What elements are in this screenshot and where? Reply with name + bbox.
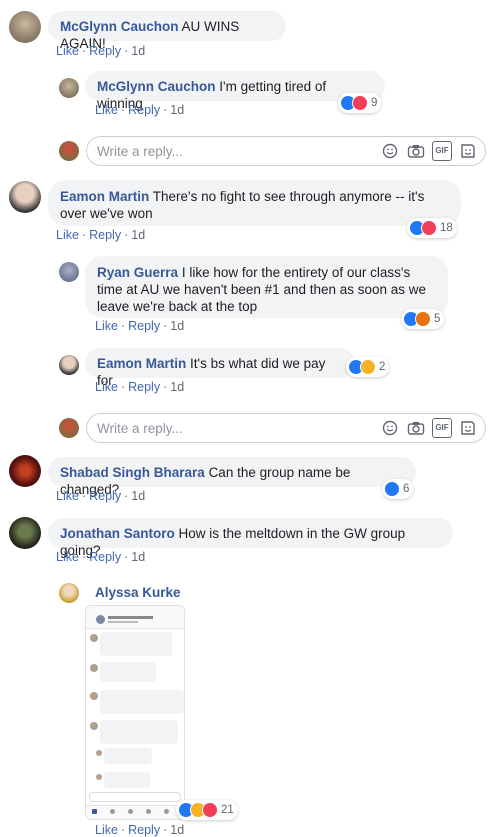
comment-actions: Like · Reply · 1d [56, 550, 146, 564]
love-reaction-icon [352, 95, 368, 111]
comment-author[interactable]: Jonathan Santoro [60, 526, 175, 541]
reaction-summary[interactable]: 2 [346, 357, 390, 377]
comment-actions: Like · Reply · 1d [95, 103, 185, 117]
comment-bubble: Eamon Martin It's bs what did we pay for [85, 348, 355, 388]
timestamp[interactable]: 1d [131, 550, 145, 564]
reaction-summary[interactable]: 6 [382, 479, 414, 499]
comment-actions: Like · Reply · 1d [56, 489, 146, 503]
avatar[interactable] [9, 181, 41, 213]
comment-actions: Like · Reply · 1d [95, 823, 185, 837]
comment-bubble: Ryan Guerra I like how for the entirety … [85, 256, 448, 318]
avatar[interactable] [59, 262, 79, 282]
screenshot-image[interactable] [85, 605, 185, 820]
comment-author[interactable]: Eamon Martin [60, 189, 149, 204]
like-link[interactable]: Like [56, 44, 79, 58]
timestamp[interactable]: 1d [170, 380, 184, 394]
comment-actions: Like · Reply · 1d [56, 44, 146, 58]
avatar[interactable] [59, 355, 79, 375]
reply-placeholder: Write a reply... [97, 143, 183, 159]
comment-bubble: Jonathan Santoro How is the meltdown in … [48, 518, 453, 558]
sticker-icon[interactable] [459, 142, 477, 160]
haha-reaction-icon [360, 359, 376, 375]
like-link[interactable]: Like [56, 550, 79, 564]
gif-icon[interactable]: GIF [432, 418, 452, 438]
timestamp[interactable]: 1d [170, 319, 184, 333]
love-reaction-icon [202, 802, 218, 818]
avatar [59, 141, 79, 161]
love-reaction-icon [421, 220, 437, 236]
comment-bubble: Eamon Martin There's no fight to see thr… [48, 180, 461, 226]
like-link[interactable]: Like [56, 228, 79, 242]
avatar[interactable] [9, 11, 41, 43]
comment-actions: Like · Reply · 1d [56, 228, 146, 242]
reply-link[interactable]: Reply [128, 380, 160, 394]
comment-actions: Like · Reply · 1d [95, 319, 185, 333]
reaction-count: 18 [440, 222, 453, 234]
reaction-count: 21 [221, 804, 234, 816]
reply-input[interactable]: Write a reply... GIF [86, 136, 486, 166]
comment-bubble: McGlynn Cauchon AU WINS AGAIN! [48, 11, 286, 51]
emoji-icon[interactable] [381, 419, 399, 437]
like-link[interactable]: Like [95, 823, 118, 837]
comment-actions: Like · Reply · 1d [95, 380, 185, 394]
reply-link[interactable]: Reply [89, 44, 121, 58]
comment-author[interactable]: McGlynn Cauchon [60, 19, 179, 34]
reply-link[interactable]: Reply [128, 319, 160, 333]
reaction-count: 9 [371, 97, 378, 109]
timestamp[interactable]: 1d [170, 103, 184, 117]
comment-author[interactable]: Eamon Martin [97, 356, 186, 371]
reply-link[interactable]: Reply [89, 550, 121, 564]
avatar[interactable] [9, 455, 41, 487]
like-link[interactable]: Like [95, 319, 118, 333]
reply-placeholder: Write a reply... [97, 420, 183, 436]
gif-icon[interactable]: GIF [432, 141, 452, 161]
emoji-icon[interactable] [381, 142, 399, 160]
camera-icon[interactable] [407, 142, 425, 160]
timestamp[interactable]: 1d [131, 44, 145, 58]
angry-reaction-icon [415, 311, 431, 327]
comment-author[interactable]: Ryan Guerra [97, 265, 178, 280]
timestamp[interactable]: 1d [131, 228, 145, 242]
reaction-summary[interactable]: 21 [176, 800, 238, 820]
camera-icon[interactable] [407, 419, 425, 437]
comment-bubble: Shabad Singh Bharara Can the group name … [48, 457, 416, 497]
reaction-summary[interactable]: 18 [407, 218, 457, 238]
reply-link[interactable]: Reply [128, 103, 160, 117]
timestamp[interactable]: 1d [131, 489, 145, 503]
timestamp[interactable]: 1d [170, 823, 184, 837]
avatar[interactable] [9, 517, 41, 549]
reaction-count: 2 [379, 361, 386, 373]
comment-author[interactable]: Alyssa Kurke [95, 585, 181, 600]
reply-link[interactable]: Reply [89, 228, 121, 242]
reaction-count: 6 [403, 483, 410, 495]
reply-input[interactable]: Write a reply... GIF [86, 413, 486, 443]
like-link[interactable]: Like [56, 489, 79, 503]
comment-author[interactable]: Shabad Singh Bharara [60, 465, 205, 480]
avatar[interactable] [59, 583, 79, 603]
reaction-summary[interactable]: 5 [401, 309, 445, 329]
like-link[interactable]: Like [95, 103, 118, 117]
like-link[interactable]: Like [95, 380, 118, 394]
reply-link[interactable]: Reply [128, 823, 160, 837]
avatar [59, 418, 79, 438]
comment-author[interactable]: McGlynn Cauchon [97, 79, 216, 94]
reaction-count: 5 [434, 313, 441, 325]
sticker-icon[interactable] [459, 419, 477, 437]
reply-link[interactable]: Reply [89, 489, 121, 503]
avatar[interactable] [59, 78, 79, 98]
like-reaction-icon [384, 481, 400, 497]
reaction-summary[interactable]: 9 [338, 93, 382, 113]
